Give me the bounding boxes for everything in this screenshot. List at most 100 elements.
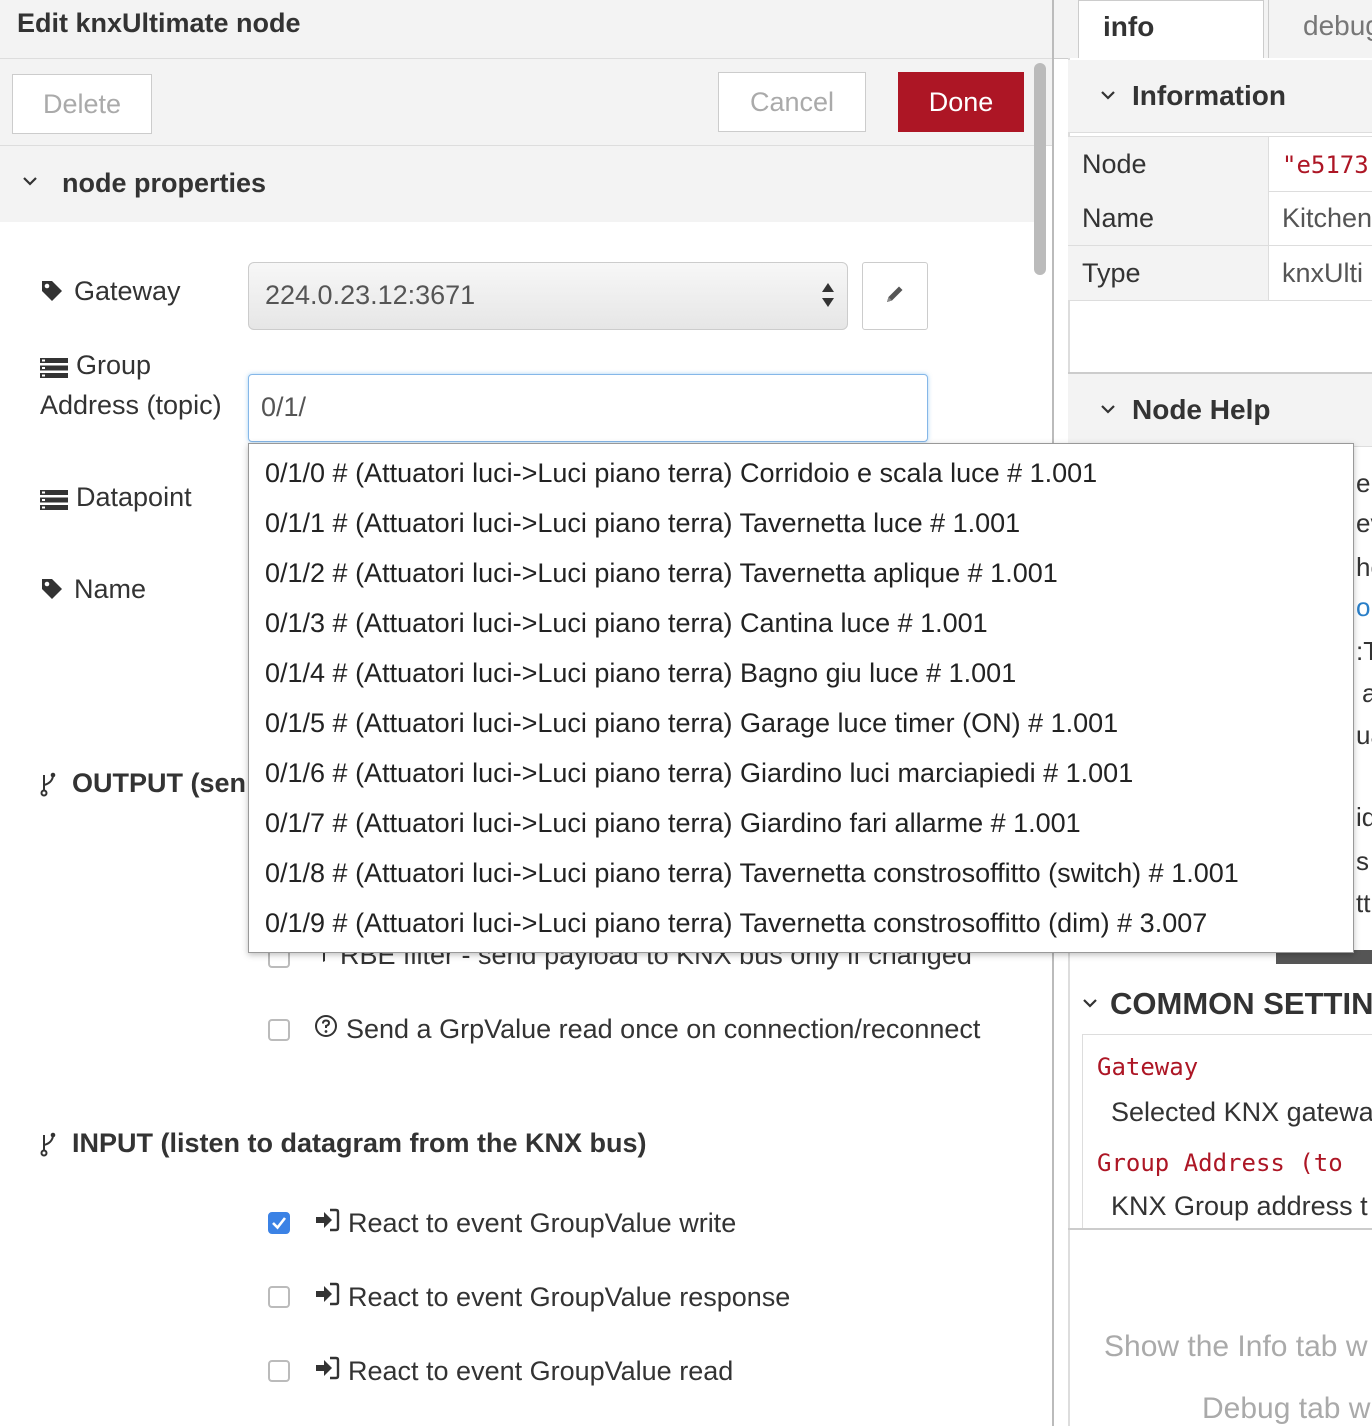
group-label-line1: Group	[76, 350, 152, 380]
group-label-line2: Address (topic)	[40, 390, 222, 420]
list-icon	[40, 355, 68, 378]
autocomplete-item[interactable]: 0/1/7 # (Attuatori luci->Luci piano terr…	[265, 808, 1081, 839]
react-read-option: React to event GroupValue read	[314, 1356, 733, 1387]
gateway-select-value: 224.0.23.12:3671	[265, 280, 476, 310]
node-help-header[interactable]: Node Help	[1068, 372, 1372, 447]
cancel-button[interactable]: Cancel	[718, 72, 866, 132]
react-write-label: React to event GroupValue write	[348, 1208, 737, 1238]
react-response-option: React to event GroupValue response	[314, 1282, 790, 1313]
chevron-down-icon	[1100, 84, 1116, 107]
info-row-type: Type knxUlti	[1068, 246, 1372, 301]
autocomplete-item[interactable]: 0/1/9 # (Attuatori luci->Luci piano terr…	[265, 908, 1207, 939]
sign-in-icon	[314, 1282, 340, 1313]
autocomplete-item[interactable]: 0/1/8 # (Attuatori luci->Luci piano terr…	[265, 858, 1239, 889]
info-row-name: Name Kitchen	[1068, 191, 1372, 246]
group-label-line2-wrap: Address (topic)	[40, 390, 222, 421]
send-read-checkbox[interactable]	[268, 1019, 290, 1041]
help-fragment: id	[1356, 802, 1372, 832]
common-settings-header: COMMON SETTIN	[1068, 980, 1372, 1030]
tab-debug-label: debug	[1303, 10, 1372, 41]
info-row-node: Node "e5173	[1068, 136, 1372, 192]
editor-header: Edit knxUltimate node	[0, 0, 1052, 59]
help-link-fragment[interactable]: or	[1356, 592, 1372, 623]
help-key: Group Address (to	[1097, 1149, 1343, 1177]
autocomplete-item[interactable]: 0/1/6 # (Attuatori luci->Luci piano terr…	[265, 758, 1133, 789]
help-fragment: er	[1356, 468, 1372, 498]
tab-info[interactable]: info	[1078, 0, 1264, 59]
tag-icon	[40, 279, 66, 305]
sign-in-icon	[314, 1356, 340, 1387]
gateway-select[interactable]: 224.0.23.12:3671	[248, 262, 848, 330]
help-desc: KNX Group address t	[1111, 1191, 1368, 1221]
pencil-icon	[884, 283, 906, 310]
react-response-checkbox[interactable]	[268, 1286, 290, 1308]
autocomplete-item[interactable]: 0/1/1 # (Attuatori luci->Luci piano terr…	[265, 508, 1020, 539]
node-help-title: Node Help	[1132, 394, 1271, 425]
chevron-down-icon	[1082, 992, 1098, 1015]
code-fork-icon	[40, 771, 58, 797]
help-definitions: Gateway Selected KNX gatewa Group Addres…	[1082, 1034, 1372, 1230]
hint-text: Debug tab w	[1202, 1392, 1371, 1425]
input-section-title: INPUT (listen to datagram from the KNX b…	[40, 1128, 647, 1159]
tab-debug[interactable]: debug	[1268, 0, 1372, 58]
editor-scrollbar[interactable]	[1034, 63, 1046, 275]
question-circle-icon	[314, 1014, 338, 1045]
group-address-label: Group	[40, 350, 151, 381]
chevron-down-icon	[22, 170, 38, 193]
input-section-label: INPUT (listen to datagram from the KNX b…	[72, 1128, 647, 1158]
group-address-autocomplete: 0/1/0 # (Attuatori luci->Luci piano terr…	[248, 443, 1354, 953]
help-fragment: s	[1356, 846, 1369, 876]
help-desc: Selected KNX gatewa	[1111, 1097, 1372, 1127]
delete-button[interactable]: Delete	[12, 74, 152, 134]
edit-gateway-button[interactable]	[862, 262, 928, 330]
node-properties-header[interactable]: node properties	[0, 146, 1034, 222]
chevron-down-icon	[1100, 398, 1116, 421]
hint-text: Show the Info tab w	[1104, 1330, 1368, 1363]
info-value: Kitchen	[1282, 203, 1372, 233]
info-value[interactable]: "e5173	[1282, 151, 1369, 179]
datapoint-label-text: Datapoint	[76, 482, 192, 512]
autocomplete-item[interactable]: 0/1/4 # (Attuatori luci->Luci piano terr…	[265, 658, 1016, 689]
editor-title: Edit knxUltimate node	[17, 8, 301, 38]
react-write-checkbox[interactable]	[268, 1212, 290, 1234]
editor-toolbar: Delete Cancel Done	[0, 59, 1052, 146]
autocomplete-item[interactable]: 0/1/0 # (Attuatori luci->Luci piano terr…	[265, 458, 1097, 489]
gateway-label-text: Gateway	[74, 276, 181, 306]
autocomplete-item[interactable]: 0/1/5 # (Attuatori luci->Luci piano terr…	[265, 708, 1118, 739]
autocomplete-item[interactable]: 0/1/2 # (Attuatori luci->Luci piano terr…	[265, 558, 1058, 589]
help-fragment: he	[1356, 552, 1372, 582]
info-key: Type	[1082, 258, 1141, 288]
help-fragment: tti	[1356, 888, 1372, 918]
information-title: Information	[1132, 80, 1286, 111]
react-write-option: React to event GroupValue write	[314, 1208, 736, 1239]
autocomplete-item[interactable]: 0/1/3 # (Attuatori luci->Luci piano terr…	[265, 608, 988, 639]
name-label-text: Name	[74, 574, 147, 604]
sidebar-tabs: info debug	[1054, 0, 1372, 59]
done-button[interactable]: Done	[898, 72, 1024, 132]
react-response-label: React to event GroupValue response	[348, 1282, 791, 1312]
help-fragment: ev	[1356, 508, 1372, 538]
send-read-label: Send a GrpValue read once on connection/…	[346, 1014, 981, 1044]
help-fragment: a	[1362, 678, 1372, 708]
datapoint-label: Datapoint	[40, 482, 192, 513]
name-label: Name	[40, 574, 146, 605]
group-address-value: 0/1/	[261, 392, 307, 422]
code-fork-icon	[40, 1131, 58, 1157]
list-icon	[40, 487, 68, 510]
node-properties-title: node properties	[62, 168, 267, 198]
sign-in-icon	[314, 1208, 340, 1239]
react-read-checkbox[interactable]	[268, 1360, 290, 1382]
group-address-input[interactable]: 0/1/	[248, 374, 928, 442]
info-key: Node	[1082, 149, 1147, 179]
information-header[interactable]: Information	[1068, 60, 1372, 133]
tab-info-label: info	[1103, 11, 1155, 42]
select-arrows-icon	[821, 279, 835, 311]
help-fragment: ua	[1356, 720, 1372, 750]
gateway-label: Gateway	[40, 276, 181, 307]
send-read-option: Send a GrpValue read once on connection/…	[314, 1014, 980, 1045]
info-value: knxUlti	[1282, 258, 1364, 288]
output-section-title: OUTPUT (sen	[40, 768, 246, 799]
help-fragment: :T	[1356, 636, 1372, 666]
common-settings-title: COMMON SETTIN	[1110, 986, 1372, 1021]
help-key: Gateway	[1097, 1053, 1199, 1081]
